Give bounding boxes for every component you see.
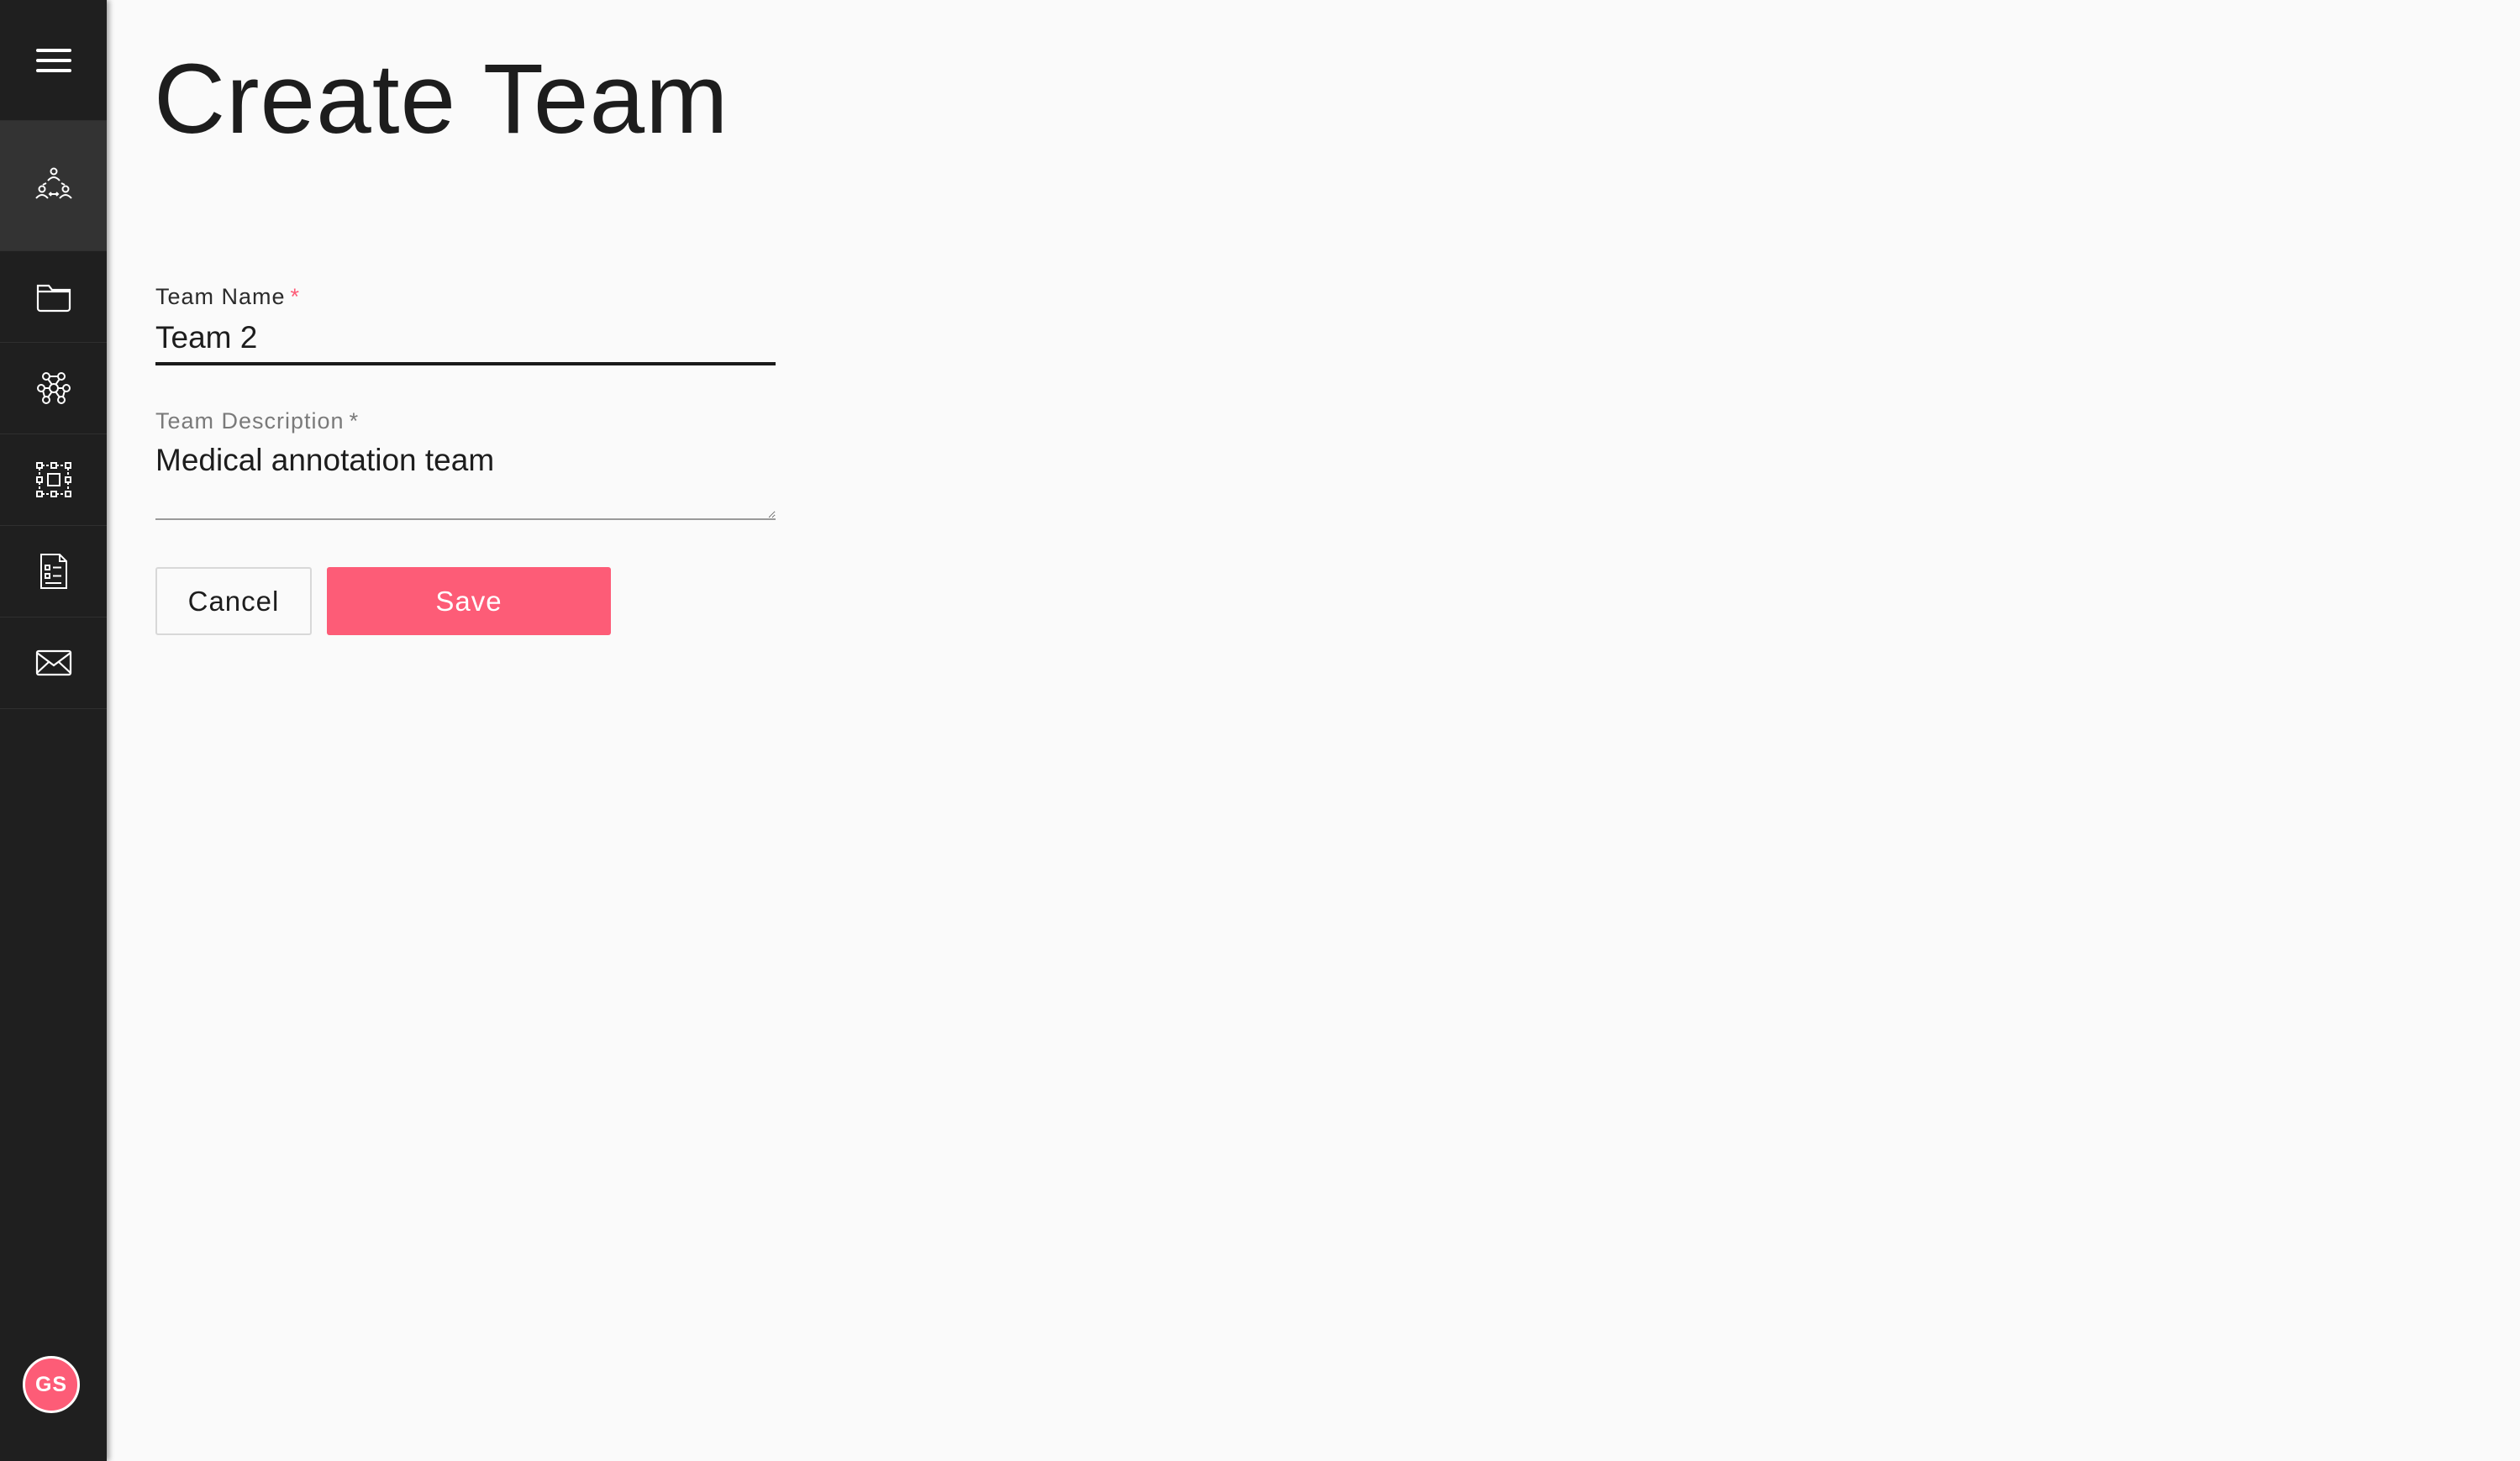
required-mark: * [290, 284, 301, 309]
page-title: Create Team [154, 44, 729, 155]
sidebar-item-tasks[interactable] [0, 526, 107, 618]
sidebar-item-messages[interactable] [0, 618, 107, 709]
team-description-input[interactable]: Medical annotation team [155, 443, 776, 520]
user-avatar[interactable]: GS [23, 1356, 80, 1413]
team-name-input[interactable] [155, 313, 776, 365]
cancel-button[interactable]: Cancel [155, 567, 312, 635]
sidebar: GS [0, 0, 107, 1461]
team-name-label-text: Team Name [155, 284, 286, 309]
sidebar-item-models[interactable] [0, 343, 107, 434]
folder-icon [36, 284, 71, 313]
hamburger-menu-icon [35, 48, 71, 72]
team-name-field: Team Name * [155, 284, 776, 365]
required-mark: * [349, 408, 360, 434]
menu-button[interactable] [0, 0, 107, 121]
checklist-document-icon [39, 554, 67, 589]
team-description-label-text: Team Description [155, 408, 345, 434]
save-button[interactable]: Save [327, 567, 611, 635]
molecule-icon [36, 372, 71, 404]
sidebar-item-teams[interactable] [0, 121, 107, 251]
sidebar-item-projects[interactable] [0, 251, 107, 343]
team-name-label: Team Name * [155, 284, 776, 310]
team-description-label: Team Description * [155, 408, 776, 434]
team-network-icon [34, 167, 72, 199]
team-description-field: Team Description * Medical annotation tea… [155, 408, 776, 520]
bounding-box-icon [35, 462, 71, 497]
mail-icon [35, 649, 71, 676]
sidebar-item-annotations[interactable] [0, 434, 107, 526]
